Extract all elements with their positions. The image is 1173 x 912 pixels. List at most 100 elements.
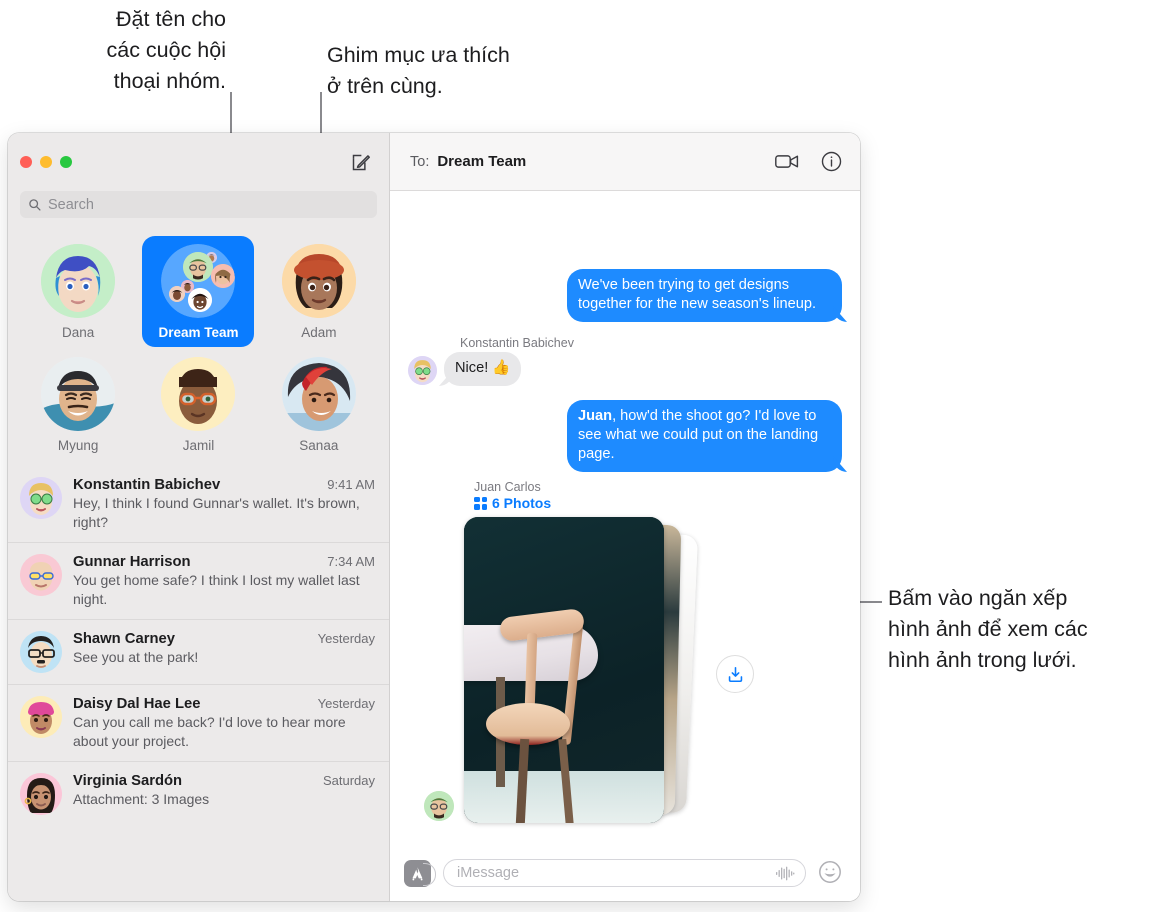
list-item-time: Yesterday xyxy=(317,696,375,711)
message-bubble[interactable]: Juan, how'd the shoot go? I'd love to se… xyxy=(567,400,842,472)
photo-thumbnail xyxy=(464,517,664,823)
list-item-preview: Hey, I think I found Gunnar's wallet. It… xyxy=(73,495,360,530)
pinned-item-adam[interactable]: Adam xyxy=(263,236,375,347)
list-item-time: Saturday xyxy=(322,773,375,788)
list-item-name: Virginia Sardón xyxy=(73,773,183,789)
list-item-time: Yesterday xyxy=(317,631,375,646)
message-composer: iMessage xyxy=(390,845,860,901)
memoji-avatar xyxy=(41,244,116,318)
pinned-item-myung[interactable]: Myung xyxy=(22,349,134,460)
photo-stack-card-front[interactable] xyxy=(464,517,664,823)
conversation-list: Konstantin Babichev 9:41 AM Hey, I think… xyxy=(8,466,389,901)
callout-pin-favorites: Ghim mục ưa thích ở trên cùng. xyxy=(327,43,510,98)
zoom-button[interactable] xyxy=(60,156,72,168)
message-input-placeholder: iMessage xyxy=(457,865,520,881)
list-item-preview: Attachment: 3 Images xyxy=(73,791,210,807)
photo-stack[interactable] xyxy=(424,517,754,825)
window-controls xyxy=(20,156,72,168)
sidebar-titlebar xyxy=(8,133,389,191)
list-item-preview: See you at the park! xyxy=(73,649,199,665)
memoji-avatar xyxy=(281,244,356,318)
smiley-icon[interactable] xyxy=(818,860,844,886)
conversation-pane: To: Dream Team We've been trying to get … xyxy=(390,133,860,901)
avatar xyxy=(408,356,437,385)
group-avatar xyxy=(161,244,236,318)
message-row-incoming: Nice! 👍 xyxy=(408,352,842,386)
messages-window: Search Dana Dream Team Adam Myung Jamil … xyxy=(8,133,860,901)
pinned-item-label: Myung xyxy=(57,438,99,453)
list-item-body: Shawn Carney Yesterday See you at the pa… xyxy=(73,631,375,673)
message-input[interactable]: iMessage xyxy=(443,859,806,887)
search-input[interactable]: Search xyxy=(20,191,377,218)
list-item[interactable]: Gunnar Harrison 7:34 AM You get home saf… xyxy=(8,542,389,619)
search-container: Search xyxy=(8,191,389,228)
message-text: , how'd the shoot go? I'd love to see wh… xyxy=(578,408,819,462)
avatar xyxy=(20,773,62,815)
list-item-name: Gunnar Harrison xyxy=(73,554,191,570)
callout-name-group-conversations: Đặt tên cho các cuộc hội thoại nhóm. xyxy=(106,7,226,93)
attachment-message: Juan Carlos 6 Photos xyxy=(408,480,842,825)
list-item[interactable]: Konstantin Babichev 9:41 AM Hey, I think… xyxy=(8,466,389,542)
list-item-preview: You get home safe? I think I lost my wal… xyxy=(73,572,360,607)
avatar xyxy=(20,477,62,519)
conversation-header: To: Dream Team xyxy=(390,133,860,191)
pinned-item-label: Jamil xyxy=(182,438,215,453)
compose-icon[interactable] xyxy=(347,149,373,175)
app-store-icon[interactable] xyxy=(404,859,436,887)
list-item-time: 9:41 AM xyxy=(327,477,375,492)
photos-link-label: 6 Photos xyxy=(492,495,552,511)
message-bubble[interactable]: We've been trying to get designs togethe… xyxy=(567,269,842,322)
avatar xyxy=(20,696,62,738)
pinned-item-jamil[interactable]: Jamil xyxy=(142,349,254,460)
grid-icon xyxy=(474,496,487,510)
list-item[interactable]: Shawn Carney Yesterday See you at the pa… xyxy=(8,619,389,684)
info-icon[interactable] xyxy=(818,149,844,175)
to-label: To: xyxy=(410,153,430,170)
message-bubble[interactable]: Nice! 👍 xyxy=(444,352,522,386)
minimize-button[interactable] xyxy=(40,156,52,168)
download-icon[interactable] xyxy=(716,655,754,693)
screenshot-root: Đặt tên cho các cuộc hội thoại nhóm. Ghi… xyxy=(0,0,1173,912)
pinned-item-label: Dana xyxy=(62,325,95,340)
audio-waveform-icon[interactable] xyxy=(775,865,795,882)
list-item-name: Daisy Dal Hae Lee xyxy=(73,696,201,712)
list-item-body: Gunnar Harrison 7:34 AM You get home saf… xyxy=(73,554,375,608)
list-item-time: 7:34 AM xyxy=(327,554,375,569)
list-item[interactable]: Daisy Dal Hae Lee Yesterday Can you call… xyxy=(8,684,389,761)
pinned-item-dana[interactable]: Dana xyxy=(22,236,134,347)
list-item-body: Daisy Dal Hae Lee Yesterday Can you call… xyxy=(73,696,375,750)
pinned-item-label: Dream Team xyxy=(158,325,239,340)
list-item-name: Shawn Carney xyxy=(73,631,175,647)
photo-avatar xyxy=(41,357,116,431)
avatar xyxy=(20,554,62,596)
photos-link[interactable]: 6 Photos xyxy=(474,495,842,511)
pinned-item-label: Sanaa xyxy=(299,438,339,453)
search-icon xyxy=(28,198,41,211)
pinned-item-dream-team[interactable]: Dream Team xyxy=(142,236,255,347)
message-row-outgoing: Juan, how'd the shoot go? I'd love to se… xyxy=(408,400,842,472)
avatar xyxy=(20,631,62,673)
list-item-name: Konstantin Babichev xyxy=(73,477,221,493)
message-thread: We've been trying to get designs togethe… xyxy=(390,191,860,845)
list-item-body: Konstantin Babichev 9:41 AM Hey, I think… xyxy=(73,477,375,531)
message-bold-prefix: Juan xyxy=(578,408,613,424)
search-placeholder: Search xyxy=(48,196,94,213)
message-row-outgoing: We've been trying to get designs togethe… xyxy=(408,269,842,322)
memoji-avatar xyxy=(161,357,236,431)
pinned-conversations: Dana Dream Team Adam Myung Jamil Sanaa xyxy=(8,228,389,466)
pinned-item-sanaa[interactable]: Sanaa xyxy=(263,349,375,460)
avatar xyxy=(424,791,454,821)
message-sender-name: Konstantin Babichev xyxy=(460,336,574,350)
list-item-body: Virginia Sardón Saturday Attachment: 3 I… xyxy=(73,773,375,815)
callout-photo-stack: Bấm vào ngăn xếp hình ảnh để xem các hìn… xyxy=(888,586,1088,672)
pinned-item-label: Adam xyxy=(301,325,337,340)
list-item[interactable]: Virginia Sardón Saturday Attachment: 3 I… xyxy=(8,761,389,826)
sidebar: Search Dana Dream Team Adam Myung Jamil … xyxy=(8,133,390,901)
message-sender-name: Juan Carlos xyxy=(474,480,541,494)
video-camera-icon[interactable] xyxy=(774,149,800,175)
message-group-incoming: Konstantin Babichev Nice! 👍 xyxy=(408,336,842,386)
close-button[interactable] xyxy=(20,156,32,168)
photo-avatar xyxy=(281,357,356,431)
list-item-preview: Can you call me back? I'd love to hear m… xyxy=(73,714,346,749)
recipient-name: Dream Team xyxy=(437,153,527,170)
